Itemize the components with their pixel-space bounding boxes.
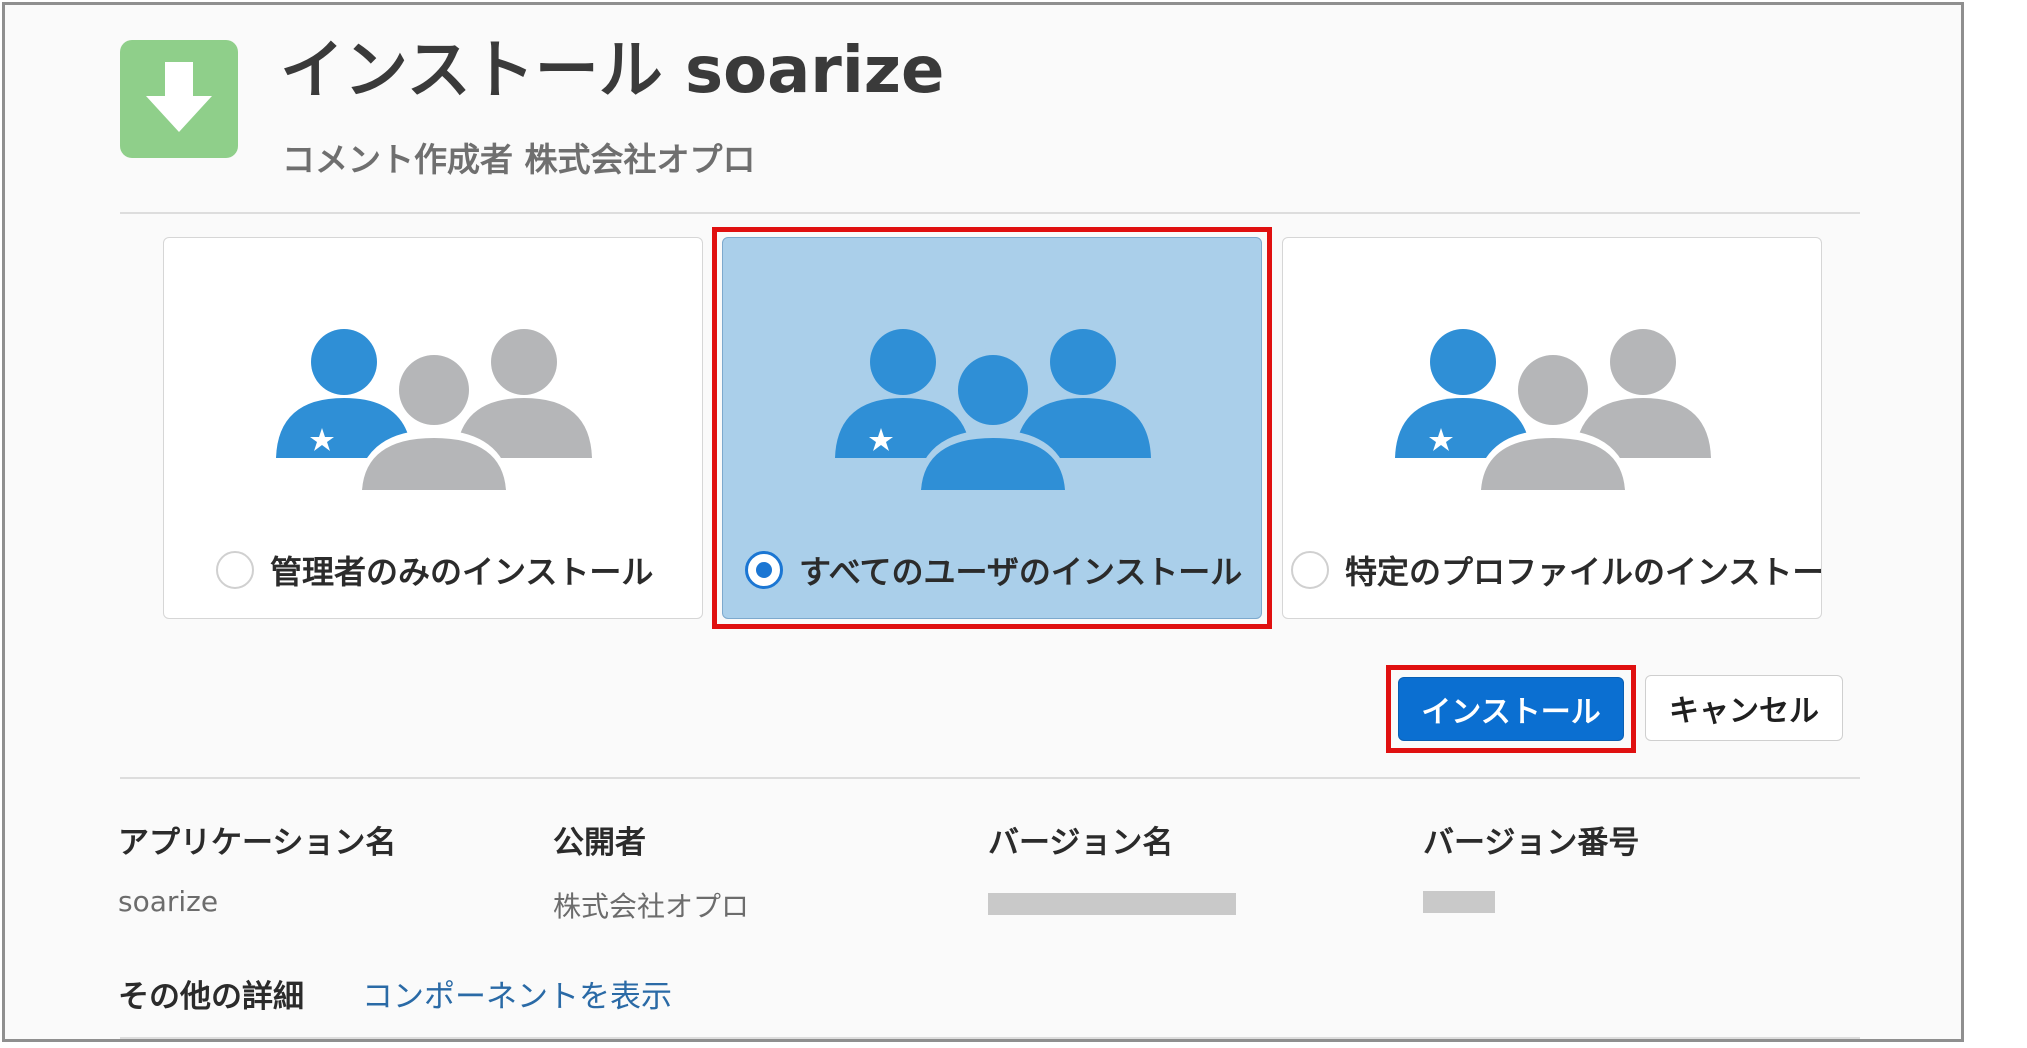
redacted-version-number	[1423, 891, 1495, 913]
radio-admin-only[interactable]	[216, 551, 254, 589]
cancel-button[interactable]: キャンセル	[1645, 675, 1843, 741]
view-components-link[interactable]: コンポーネントを表示	[362, 971, 672, 1016]
page-title: インストール soarize	[280, 34, 945, 108]
more-details-label: その他の詳細	[118, 979, 304, 1015]
radio-specific-profiles[interactable]	[1291, 551, 1329, 589]
detail-value-app-name: soarize	[118, 885, 219, 918]
detail-value-publisher: 株式会社オプロ	[553, 890, 750, 923]
radio-all-users[interactable]	[745, 551, 783, 589]
install-button[interactable]: インストール	[1398, 677, 1624, 741]
divider	[120, 777, 1860, 779]
divider	[120, 1037, 1860, 1039]
option-label: 特定のプロファイルのインストー	[1345, 553, 1822, 591]
users-profile-icon	[1395, 329, 1711, 495]
detail-label-version-name: バージョン名	[988, 825, 1174, 861]
detail-label-app-name: アプリケーション名	[118, 825, 397, 861]
detail-label-publisher: 公開者	[553, 825, 646, 861]
detail-label-version-number: バージョン番号	[1423, 825, 1640, 861]
install-option-specific-profiles[interactable]: 特定のプロファイルのインストー	[1282, 237, 1822, 619]
install-dialog: インストール soarize コメント作成者 株式会社オプロ 管理者のみのインス…	[2, 2, 1964, 1042]
download-arrow-icon	[120, 40, 238, 158]
users-admin-icon	[276, 329, 592, 495]
redacted-version-name	[988, 893, 1236, 915]
option-label: すべてのユーザのインストール	[799, 553, 1243, 591]
users-all-icon	[835, 329, 1151, 495]
divider	[120, 212, 1860, 214]
option-label: 管理者のみのインストール	[270, 553, 654, 591]
publisher-subtitle: コメント作成者 株式会社オプロ	[282, 140, 756, 179]
install-option-all-users[interactable]: すべてのユーザのインストール	[722, 237, 1262, 619]
install-option-admin-only[interactable]: 管理者のみのインストール	[163, 237, 703, 619]
